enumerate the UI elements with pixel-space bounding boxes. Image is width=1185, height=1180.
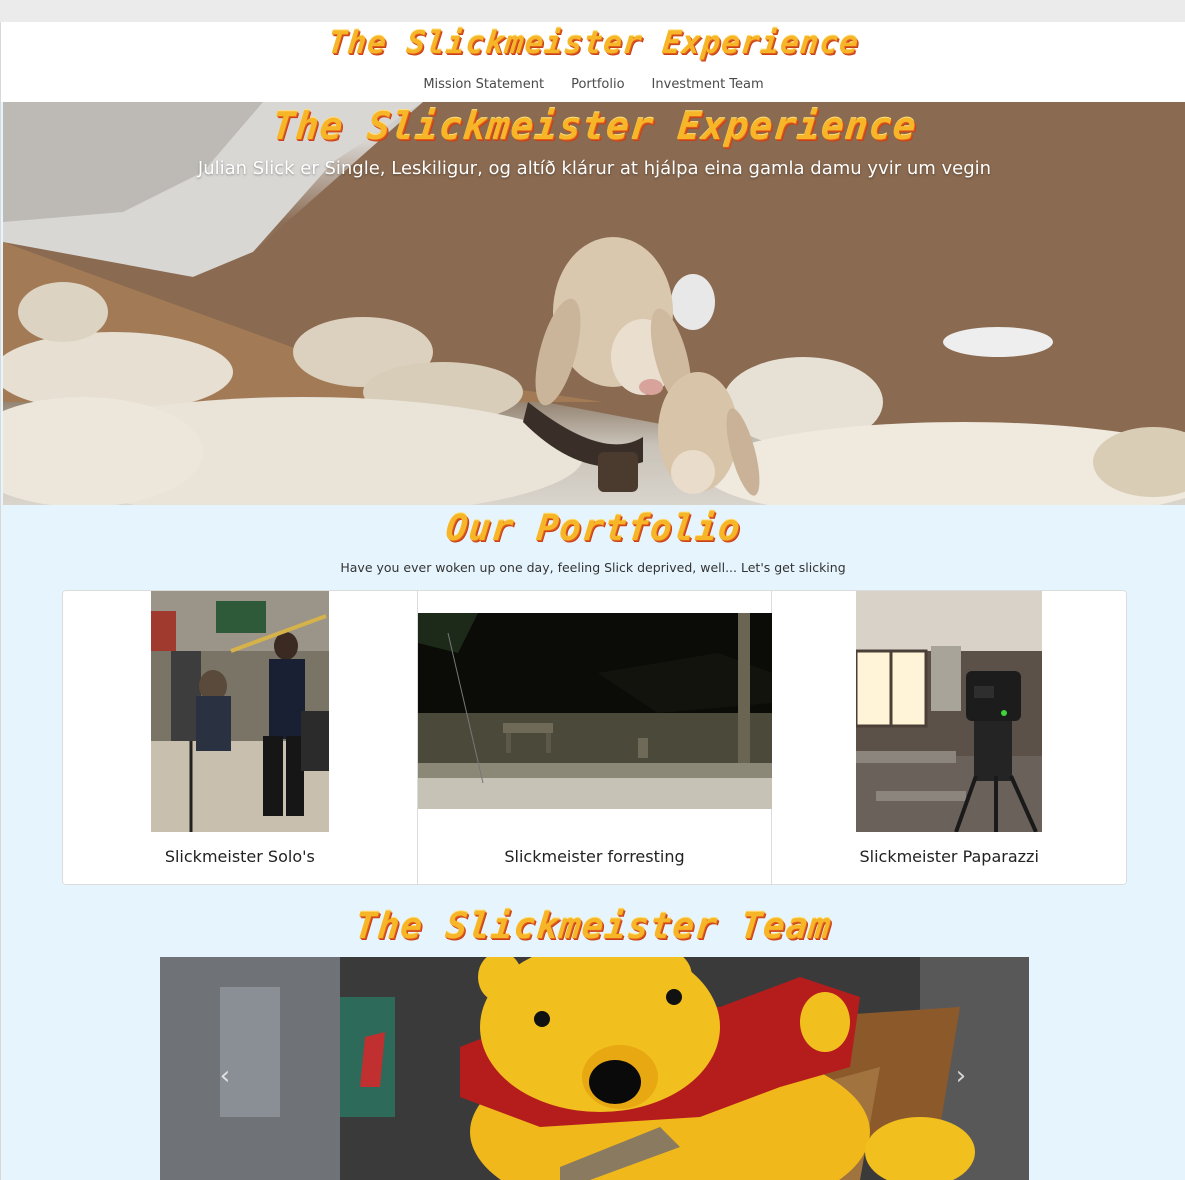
carousel-prev-button[interactable]: ‹	[205, 1056, 245, 1096]
nav-link-investment-team[interactable]: Investment Team	[652, 77, 764, 92]
forest-night-photo	[417, 613, 772, 809]
chevron-left-icon[interactable]: ‹	[220, 1061, 230, 1091]
chevron-right-icon[interactable]: ›	[956, 1061, 966, 1091]
camera-classroom-photo	[856, 591, 1043, 832]
portfolio-card-forresting[interactable]: Slickmeister forresting	[417, 591, 773, 884]
card-title-paparazzi[interactable]: Slickmeister Paparazzi	[772, 847, 1126, 866]
hero-banner: The Slickmeister Experience Julian Slick…	[3, 102, 1185, 505]
hero-subtitle: Julian Slick er Single, Leskiligur, og a…	[197, 158, 992, 179]
navbar-brand[interactable]: The Slickmeister Experience	[1, 25, 1185, 61]
portfolio-subtitle: Have you ever woken up one day, feeling …	[340, 560, 846, 575]
card-title-solos[interactable]: Slickmeister Solo's	[63, 847, 417, 866]
page: The Slickmeister Experience Mission Stat…	[0, 22, 1185, 1180]
portfolio-cards: Slickmeister Solo's Slickmeister forrest…	[62, 590, 1127, 885]
portfolio-card-solos[interactable]: Slickmeister Solo's	[63, 591, 418, 884]
navbar: The Slickmeister Experience Mission Stat…	[1, 22, 1185, 102]
portfolio-card-paparazzi[interactable]: Slickmeister Paparazzi	[772, 591, 1126, 884]
team-carousel[interactable]: ‹ ›	[160, 957, 1029, 1180]
nav-link-portfolio[interactable]: Portfolio	[571, 77, 624, 92]
nav-links: Mission Statement Portfolio Investment T…	[1, 77, 1185, 92]
hero-title: The Slickmeister Experience	[3, 104, 1185, 149]
hero-title-text: The Slickmeister Experience	[269, 104, 920, 148]
portfolio-title: Our Portfolio	[1, 507, 1185, 549]
card-title-forresting[interactable]: Slickmeister forresting	[418, 847, 772, 866]
portfolio-title-text: Our Portfolio	[443, 508, 743, 549]
team-title-text: The Slickmeister Team	[352, 906, 834, 947]
nav-link-mission-statement[interactable]: Mission Statement	[423, 77, 544, 92]
team-title: The Slickmeister Team	[1, 905, 1185, 947]
teddy-bear-photo	[160, 957, 1029, 1180]
band-photo	[151, 591, 329, 832]
carousel-next-button[interactable]: ›	[941, 1056, 981, 1096]
brand-text[interactable]: The Slickmeister Experience	[326, 25, 861, 61]
